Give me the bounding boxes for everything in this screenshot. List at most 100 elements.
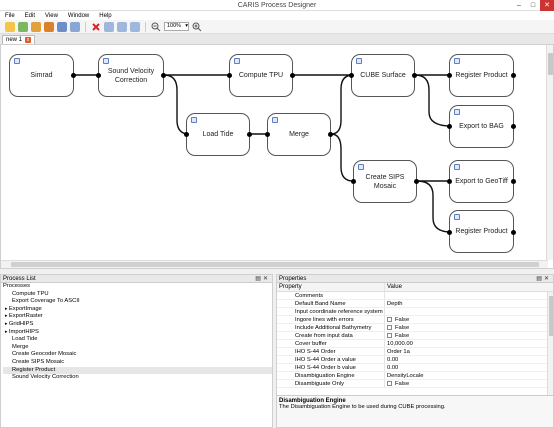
node-cube-surface[interactable]: CUBE Surface <box>351 54 415 97</box>
output-port[interactable] <box>414 179 419 184</box>
node-export-to-geotiff[interactable]: Export to GeoTiff <box>449 160 514 203</box>
node-compute-tpu[interactable]: Compute TPU <box>229 54 293 97</box>
output-port[interactable] <box>511 179 516 184</box>
input-port[interactable] <box>351 179 356 184</box>
property-row[interactable]: Input coordinate reference system <box>277 308 553 316</box>
property-value-cell[interactable]: DensityLocale <box>385 372 423 379</box>
property-row[interactable]: Default Band Name Depth <box>277 300 553 308</box>
process-list-item[interactable]: Create SIPS Mosaic <box>3 359 272 367</box>
property-row[interactable]: Create from input data False <box>277 332 553 340</box>
process-list-item[interactable]: ▸ ExportRaster <box>3 313 272 321</box>
column-header-property[interactable]: Property <box>277 283 385 291</box>
cut-icon[interactable] <box>104 21 114 32</box>
node-register-product[interactable]: Register Product <box>449 210 514 253</box>
property-value-cell[interactable]: Order 1a <box>385 348 410 355</box>
property-value-cell[interactable] <box>385 308 387 315</box>
property-row[interactable]: Comments <box>277 292 553 300</box>
scrollbar-thumb[interactable] <box>549 296 553 336</box>
column-header-value[interactable]: Value <box>385 283 402 291</box>
checkbox[interactable] <box>387 317 392 322</box>
property-value-cell[interactable]: Depth <box>385 300 402 307</box>
process-list-item[interactable]: ▸ ImportHIPS <box>3 329 272 337</box>
property-value-cell[interactable]: False <box>385 316 409 323</box>
tab-new-1[interactable]: new 1 x <box>2 35 36 44</box>
menu-view[interactable]: View <box>40 13 63 19</box>
input-port[interactable] <box>349 73 354 78</box>
process-list-item[interactable]: Create Geocoder Mosaic <box>3 351 272 359</box>
panel-float-close-icons[interactable]: ▤✕ <box>536 275 551 283</box>
process-canvas[interactable]: Simrad Sound Velocity Correction Compute… <box>0 44 554 269</box>
output-port[interactable] <box>511 73 516 78</box>
new-icon[interactable] <box>5 21 15 32</box>
node-merge[interactable]: Merge <box>267 113 331 156</box>
input-port[interactable] <box>447 124 452 129</box>
maximize-icon[interactable]: □ <box>526 0 540 11</box>
input-port[interactable] <box>265 132 270 137</box>
property-row[interactable]: IHO S-44 Order Order 1a <box>277 348 553 356</box>
property-row[interactable]: Disambiguate Only False <box>277 380 553 388</box>
tab-close-icon[interactable]: x <box>25 37 32 43</box>
tree-root[interactable]: Processes <box>3 283 272 291</box>
checkbox[interactable] <box>387 333 392 338</box>
property-row[interactable]: Include Additional Bathymetry False <box>277 324 553 332</box>
process-list-item[interactable]: Load Tide <box>3 336 272 344</box>
output-port[interactable] <box>412 73 417 78</box>
property-value-cell[interactable]: False <box>385 324 409 331</box>
menu-edit[interactable]: Edit <box>20 13 40 19</box>
output-port[interactable] <box>161 73 166 78</box>
output-port[interactable] <box>328 132 333 137</box>
link-icon[interactable] <box>117 21 127 32</box>
property-value-cell[interactable]: False <box>385 332 409 339</box>
process-list-item[interactable]: ▸ GridHIPS <box>3 321 272 329</box>
canvas-horizontal-scrollbar[interactable] <box>1 260 548 268</box>
delete-icon[interactable] <box>91 22 101 32</box>
property-row[interactable]: Ingore lines with errors False <box>277 316 553 324</box>
input-port[interactable] <box>227 73 232 78</box>
scrollbar-thumb[interactable] <box>11 262 539 267</box>
output-port[interactable] <box>290 73 295 78</box>
minimize-icon[interactable]: – <box>512 0 526 11</box>
output-port[interactable] <box>247 132 252 137</box>
scrollbar-thumb[interactable] <box>548 53 553 75</box>
input-port[interactable] <box>96 73 101 78</box>
property-value-cell[interactable]: 0.00 <box>385 364 398 371</box>
node-register-product[interactable]: Register Product <box>449 54 514 97</box>
open-template-icon[interactable] <box>44 21 54 32</box>
input-port[interactable] <box>447 73 452 78</box>
property-grid-scrollbar[interactable] <box>547 292 553 398</box>
property-value-cell[interactable]: 0.00 <box>385 356 398 363</box>
zoom-in-icon[interactable] <box>192 22 202 32</box>
process-list-item[interactable]: ▸ ExportImage <box>3 306 272 314</box>
node-create-sips-mosaic[interactable]: Create SIPS Mosaic <box>353 160 417 203</box>
process-list-item[interactable]: Merge <box>3 344 272 352</box>
checkbox[interactable] <box>387 325 392 330</box>
property-value-cell[interactable] <box>385 292 387 299</box>
menu-help[interactable]: Help <box>94 13 116 19</box>
checkbox[interactable] <box>387 381 392 386</box>
property-row[interactable]: Cover buffer 10,000.00 <box>277 340 553 348</box>
process-list-item[interactable]: Register Product <box>3 366 272 375</box>
property-value-cell[interactable]: False <box>385 380 409 387</box>
panel-float-close-icons[interactable]: ▤✕ <box>255 275 270 283</box>
input-port[interactable] <box>447 179 452 184</box>
process-list-item[interactable]: Sound Velocity Correction <box>3 374 272 382</box>
layout-icon[interactable] <box>130 21 140 32</box>
output-port[interactable] <box>71 73 76 78</box>
input-port[interactable] <box>447 230 452 235</box>
node-load-tide[interactable]: Load Tide <box>186 113 250 156</box>
node-simrad[interactable]: Simrad <box>9 54 74 97</box>
property-row[interactable]: Disambiguation Engine DensityLocale <box>277 372 553 380</box>
node-sound-velocity-correction[interactable]: Sound Velocity Correction <box>98 54 164 97</box>
save-as-icon[interactable] <box>70 21 80 32</box>
zoom-select[interactable]: 100% ▾ <box>164 22 189 31</box>
menu-window[interactable]: Window <box>63 13 94 19</box>
close-icon[interactable]: ✕ <box>540 0 554 11</box>
process-list-item[interactable]: Export Coverage To ASCII <box>3 298 272 306</box>
save-icon[interactable] <box>57 21 67 32</box>
output-port[interactable] <box>511 124 516 129</box>
input-port[interactable] <box>184 132 189 137</box>
canvas-vertical-scrollbar[interactable] <box>546 45 553 260</box>
open-folder-icon[interactable] <box>31 21 41 32</box>
menu-file[interactable]: File <box>0 13 20 19</box>
node-export-to-bag[interactable]: Export to BAG <box>449 105 514 148</box>
